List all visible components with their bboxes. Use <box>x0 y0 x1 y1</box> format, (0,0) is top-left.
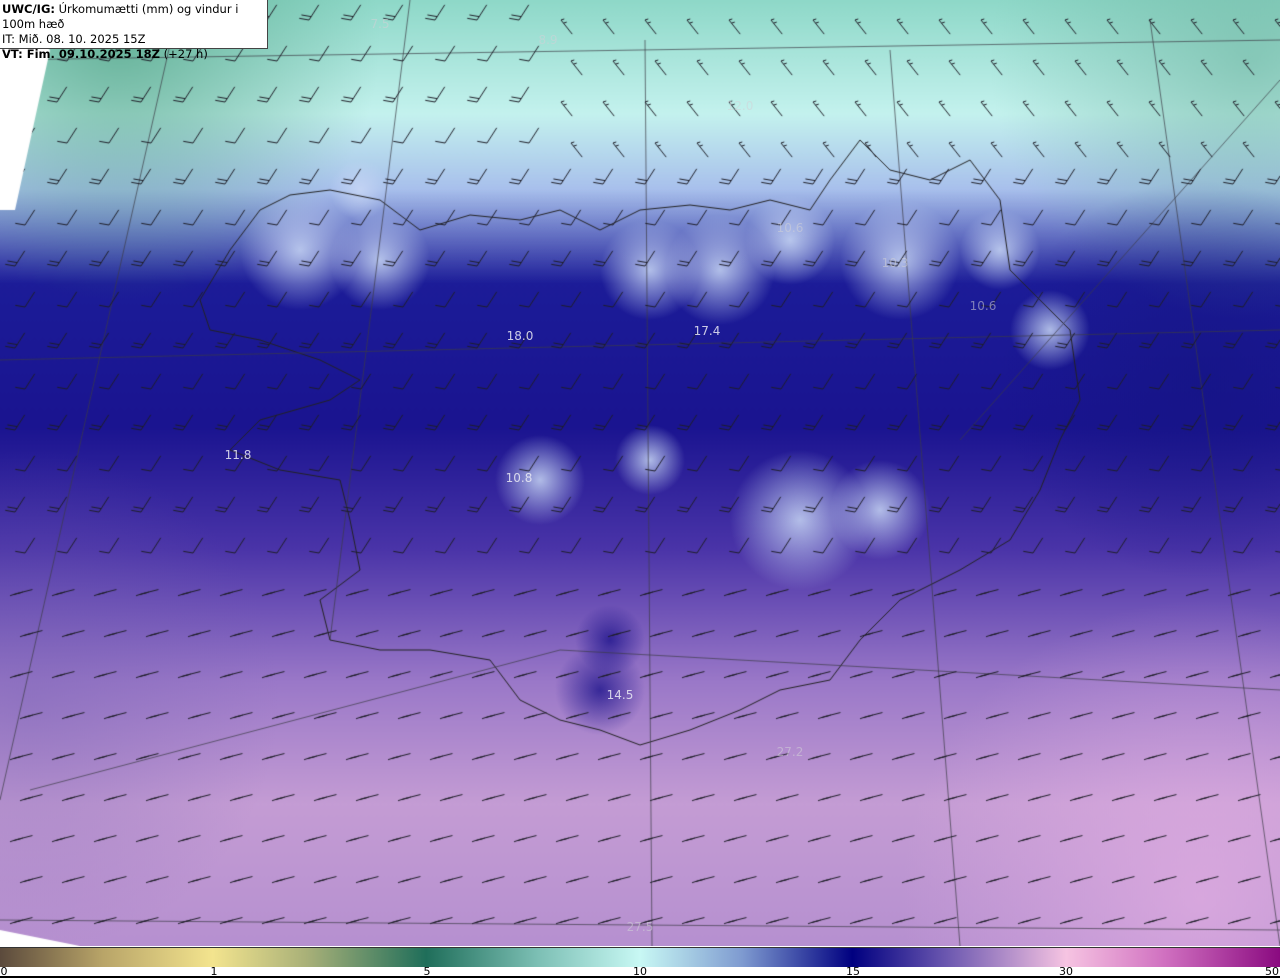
value-label: 27.2 <box>776 745 804 759</box>
value-label: 27.5 <box>626 920 654 934</box>
value-label: 8.9 <box>538 33 558 47</box>
value-label: 18.0 <box>506 329 534 343</box>
value-label: 11.8 <box>224 448 252 462</box>
map-info-box: UWC/IG: Úrkomumætti (mm) og vindur i 100… <box>0 0 268 61</box>
value-label: 7.5 <box>370 17 390 31</box>
value-label: 17.4 <box>693 324 721 338</box>
value-label: 10.3 <box>881 256 909 270</box>
value-label: 14.5 <box>606 688 634 702</box>
precipitable-water-map[interactable] <box>0 0 1280 946</box>
value-label: 10.6 <box>969 299 997 313</box>
valid-time: VT: Fim. 09.10.2025 18Z <box>2 47 160 61</box>
product-code: UWC/IG: <box>2 2 55 16</box>
colorbar <box>0 947 1280 967</box>
value-label: 12.0 <box>726 99 754 113</box>
value-label: 10.6 <box>776 221 804 235</box>
lead-time: (+27 h) <box>163 47 208 61</box>
init-time: IT: Mið. 08. 10. 2025 15Z <box>2 32 146 46</box>
value-label: 10.8 <box>505 471 533 485</box>
